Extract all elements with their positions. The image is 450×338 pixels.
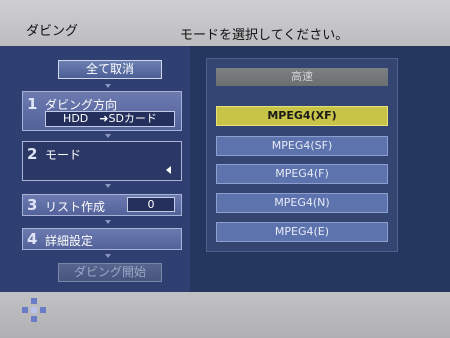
clear-all-button[interactable]: 全て取消 bbox=[58, 60, 162, 79]
step-arrow-icon bbox=[105, 84, 111, 88]
step-detail-settings[interactable]: 4 詳細設定 bbox=[22, 228, 182, 250]
bottom-bar bbox=[0, 292, 450, 338]
instruction-message: モードを選択してください。 bbox=[180, 28, 349, 43]
step-number: 3 bbox=[27, 196, 38, 214]
dpad-icon bbox=[22, 298, 46, 322]
step-number: 1 bbox=[27, 95, 38, 113]
title-bar: ダビング モードを選択してください。 bbox=[0, 0, 450, 46]
step-mode[interactable]: 2 モード bbox=[22, 141, 182, 181]
step-number: 4 bbox=[27, 230, 38, 248]
step-arrow-icon bbox=[105, 254, 111, 258]
screen-title: ダビング bbox=[26, 24, 79, 39]
step-list-create[interactable]: 3 リスト作成 0 bbox=[22, 194, 182, 216]
option-mpeg4-e[interactable]: MPEG4(E) bbox=[216, 222, 388, 242]
direction-value: HDD ➜SDカード bbox=[45, 111, 175, 127]
step-dubbing-direction[interactable]: 1 ダビング方向 HDD ➜SDカード bbox=[22, 91, 182, 131]
start-dubbing-button[interactable]: ダビング開始 bbox=[58, 263, 162, 282]
option-mpeg4-f[interactable]: MPEG4(F) bbox=[216, 164, 388, 184]
option-mpeg4-sf[interactable]: MPEG4(SF) bbox=[216, 136, 388, 156]
step-arrow-icon bbox=[105, 134, 111, 138]
step-label: リスト作成 bbox=[45, 200, 106, 214]
speed-header: 高速 bbox=[216, 68, 388, 86]
step-label: 詳細設定 bbox=[45, 234, 94, 248]
step-label: モード bbox=[45, 148, 82, 162]
option-mpeg4-xf[interactable]: MPEG4(XF) bbox=[216, 106, 388, 126]
step-number: 2 bbox=[27, 145, 38, 163]
step-arrow-icon bbox=[105, 220, 111, 224]
left-arrow-icon bbox=[166, 166, 171, 174]
list-count-value: 0 bbox=[127, 197, 175, 212]
step-arrow-icon bbox=[105, 184, 111, 188]
option-mpeg4-n[interactable]: MPEG4(N) bbox=[216, 193, 388, 213]
